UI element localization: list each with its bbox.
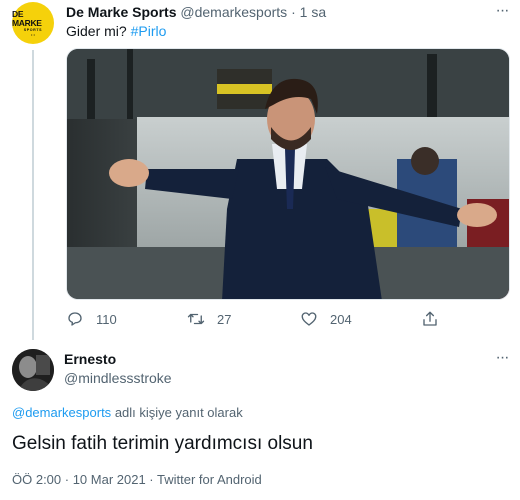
reply-timestamp-source[interactable]: ÖÖ 2:00 · 10 Mar 2021 · Twitter for Andr… <box>12 472 262 487</box>
avatar-logo-text: DE MARKE <box>12 8 42 28</box>
hashtag-link[interactable]: #Pirlo <box>131 23 167 39</box>
separator-dot: · <box>291 4 296 20</box>
author-name[interactable]: De Marke Sports <box>66 4 176 20</box>
avatar-logo-dots: • • <box>31 31 35 37</box>
tweet-media-photo[interactable] <box>66 48 510 300</box>
retweet-count: 27 <box>217 311 232 327</box>
reply-text: Gelsin fatih terimin yardımcısı olsun <box>12 433 313 454</box>
like-action[interactable]: 204 <box>300 310 352 328</box>
tweet-time[interactable]: 1 sa <box>300 4 326 20</box>
replying-to-line: @demarkesports adlı kişiye yanıt olarak <box>12 405 243 420</box>
reply-action[interactable]: 110 <box>66 310 117 328</box>
ellipsis-icon[interactable]: ··· <box>493 2 511 19</box>
retweet-icon <box>187 313 205 325</box>
tweet-header: De Marke Sports @demarkesports · 1 sa <box>66 4 326 20</box>
reply-to-suffix: adlı kişiye yanıt olarak <box>114 405 243 420</box>
avatar-photo <box>12 349 54 391</box>
ellipsis-icon[interactable]: ··· <box>493 349 511 366</box>
reply-to-mention[interactable]: @demarkesports <box>12 405 111 420</box>
reply-count: 110 <box>96 311 117 327</box>
share-action[interactable] <box>421 310 439 328</box>
like-count: 204 <box>330 311 352 327</box>
heart-icon <box>301 312 317 326</box>
author-handle[interactable]: @demarkesports <box>180 4 287 20</box>
reply-author-avatar[interactable] <box>12 349 54 391</box>
tweet-text: Gider mi? #Pirlo <box>66 23 166 39</box>
reply-author-name[interactable]: Ernesto <box>64 351 116 367</box>
reply-icon <box>68 312 82 326</box>
retweet-action[interactable]: 27 <box>187 310 231 328</box>
photo-coach-gesturing <box>67 49 509 299</box>
tweet-actions: 110 27 204 <box>66 310 486 330</box>
share-icon <box>423 311 437 326</box>
avatar[interactable]: DE MARKE SPORTS • • <box>12 2 54 44</box>
reply-author-handle[interactable]: @mindlessstroke <box>64 370 172 386</box>
tweet-text-body: Gider mi? <box>66 23 127 39</box>
thread-connector-line <box>32 50 34 340</box>
